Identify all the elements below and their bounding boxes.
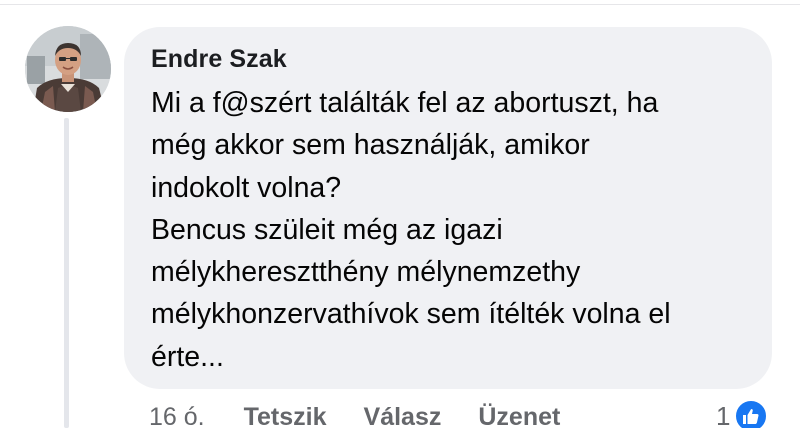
avatar[interactable] xyxy=(25,26,111,112)
comment-bubble: Endre Szak Mi a f@szért találták fel az … xyxy=(124,27,772,389)
comment-author[interactable]: Endre Szak xyxy=(151,43,746,75)
like-button[interactable]: Tetszik xyxy=(244,403,327,428)
reply-button[interactable]: Válasz xyxy=(364,403,442,428)
comment-timestamp[interactable]: 16 ó. xyxy=(149,403,205,428)
thumbs-up-icon xyxy=(734,399,769,428)
comment-actions: 16 ó. Tetszik Válasz Üzenet xyxy=(149,400,597,428)
thread-line xyxy=(64,118,69,428)
comment-text: Mi a f@szért találták fel az abortuszt, … xyxy=(151,87,671,373)
avatar-photo xyxy=(25,26,111,112)
divider xyxy=(0,4,800,5)
comment-screen: Endre Szak Mi a f@szért találták fel az … xyxy=(0,0,800,428)
message-button[interactable]: Üzenet xyxy=(478,403,560,428)
reaction-count: 1 xyxy=(716,400,731,428)
reaction-summary[interactable]: 1 xyxy=(716,398,769,428)
